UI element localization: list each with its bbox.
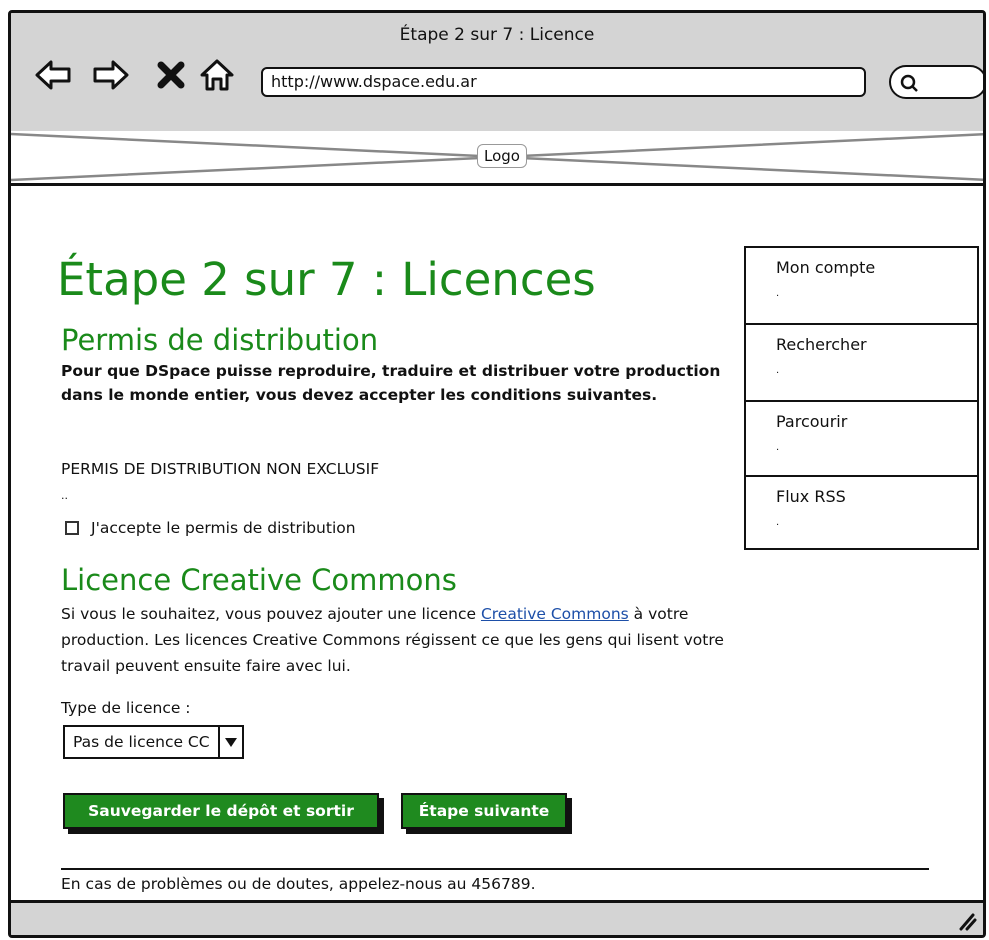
distribution-heading: Permis de distribution [61,323,379,357]
creative-commons-heading: Licence Creative Commons [61,563,457,597]
license-type-select[interactable]: Pas de licence CC [63,725,244,759]
address-bar[interactable]: http://www.dspace.edu.ar [261,67,866,97]
status-bar [11,900,983,935]
creative-commons-description: Si vous le souhaitez, vous pouvez ajoute… [61,601,761,679]
page-title: Étape 2 sur 7 : Licences [57,253,596,306]
sidebar-item-label: Rechercher [776,335,867,354]
footer-contact-text: En cas de problèmes ou de doutes, appele… [61,875,536,893]
license-ellipsis: .. [61,489,68,502]
sidebar-item-sub: . [776,442,780,453]
sidebar-item-mon-compte[interactable]: Mon compte . [746,248,977,323]
home-icon[interactable] [197,55,237,95]
license-type-label: Type de licence : [61,699,191,717]
creative-commons-link[interactable]: Creative Commons [481,605,629,623]
forward-arrow-icon[interactable] [91,55,131,95]
sidebar-menu: Mon compte . Rechercher . Parcourir . Fl… [744,246,979,550]
accept-license-row[interactable]: J'accepte le permis de distribution [65,519,356,537]
save-and-exit-button[interactable]: Sauvegarder le dépôt et sortir [63,793,379,829]
sidebar-item-flux-rss[interactable]: Flux RSS . [746,477,977,552]
footer-divider [61,868,929,870]
browser-search-field[interactable] [889,65,983,99]
sidebar-item-sub: . [776,288,780,299]
browser-chrome: Étape 2 sur 7 : Licence http://www.dspac… [11,13,983,134]
sidebar-item-sub: . [776,365,780,376]
sidebar-item-label: Flux RSS [776,487,846,506]
window-title: Étape 2 sur 7 : Licence [399,25,595,45]
distribution-intro: Pour que DSpace puisse reproduire, tradu… [61,362,721,404]
accept-license-checkbox[interactable] [65,521,79,535]
next-step-button[interactable]: Étape suivante [401,793,567,829]
resize-grip-icon[interactable] [955,909,977,931]
sidebar-item-label: Parcourir [776,412,848,431]
license-name: PERMIS DE DISTRIBUTION NON EXCLUSIF [61,460,380,478]
sidebar-item-label: Mon compte [776,258,876,277]
license-type-value: Pas de licence CC [73,733,210,751]
logo-label: Logo [477,144,527,168]
accept-license-label: J'accepte le permis de distribution [91,519,356,537]
sidebar-item-rechercher[interactable]: Rechercher . [746,325,977,400]
search-icon [900,74,918,92]
cc-text-before: Si vous le souhaitez, vous pouvez ajoute… [61,605,481,623]
browser-window: Étape 2 sur 7 : Licence http://www.dspac… [8,10,986,938]
sidebar-item-parcourir[interactable]: Parcourir . [746,402,977,477]
logo-banner: Logo [11,131,983,186]
close-icon[interactable] [151,55,191,95]
sidebar-item-sub: . [776,517,780,528]
back-arrow-icon[interactable] [33,55,73,95]
chevron-down-icon[interactable] [217,727,242,757]
